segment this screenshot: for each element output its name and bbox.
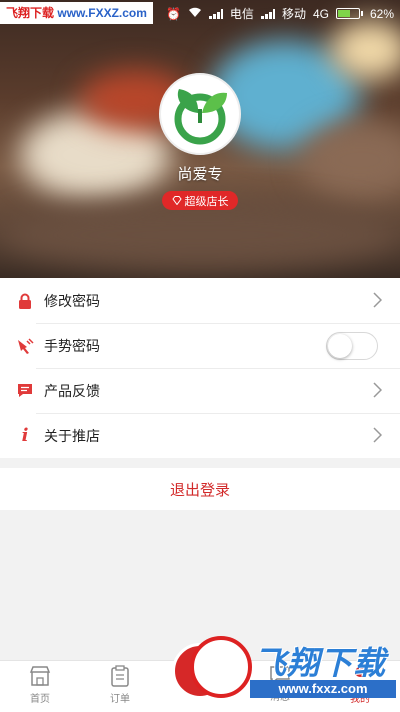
menu-item-gesture-password[interactable]: 手势密码 bbox=[0, 323, 400, 368]
gesture-password-toggle[interactable] bbox=[326, 332, 378, 360]
badge-label: 超级店长 bbox=[184, 194, 229, 208]
alarm-icon: ⏰ bbox=[165, 6, 181, 21]
order-icon bbox=[111, 665, 129, 687]
toggle-knob bbox=[328, 334, 352, 358]
menu-item-label: 手势密码 bbox=[44, 338, 100, 355]
feedback-icon bbox=[16, 382, 34, 400]
network-type: 4G bbox=[312, 6, 329, 21]
info-icon: i bbox=[21, 424, 29, 446]
carrier-2: 移动 bbox=[281, 7, 306, 21]
chevron-right-icon bbox=[373, 382, 382, 398]
menu-item-label: 关于推店 bbox=[44, 428, 100, 445]
avatar[interactable] bbox=[159, 73, 241, 155]
battery-icon bbox=[335, 8, 363, 19]
chevron-right-icon bbox=[373, 292, 382, 308]
watermark-circle-icon bbox=[190, 636, 252, 698]
battery-percent: 62% bbox=[369, 6, 394, 21]
watermark-logo: 飞翔下载 www.fxxz.com bbox=[190, 632, 400, 704]
shop-name: 尚爱专 bbox=[177, 165, 223, 183]
profile-header: 飞翔下载 www.FXXZ.com ⏰ 电信 移动 4G 62% 尚爱专 超级店… bbox=[0, 0, 400, 278]
signal-icon-1 bbox=[208, 8, 223, 19]
battery-fill bbox=[337, 10, 351, 17]
tab-orders[interactable]: 订单 bbox=[90, 665, 150, 705]
menu-item-about[interactable]: i 关于推店 bbox=[0, 413, 400, 458]
tab-home[interactable]: 首页 bbox=[10, 665, 70, 705]
watermark-top-name: 飞翔下载 bbox=[6, 6, 55, 20]
chevron-right-icon bbox=[373, 427, 382, 443]
menu-item-change-password[interactable]: 修改密码 bbox=[0, 278, 400, 323]
watermark-top-url: www.FXXZ.com bbox=[57, 6, 147, 20]
wifi-icon bbox=[188, 7, 202, 21]
hand-icon bbox=[16, 337, 34, 355]
signal-icon-2 bbox=[260, 8, 275, 19]
settings-menu: 修改密码 手势密码 产品反馈 i 关于推店 bbox=[0, 278, 400, 458]
status-badge: 超级店长 bbox=[162, 191, 238, 210]
watermark-brand: 飞翔下载 bbox=[254, 644, 387, 682]
logout-button[interactable]: 退出登录 bbox=[0, 468, 400, 510]
tab-label: 订单 bbox=[110, 694, 130, 705]
menu-item-label: 修改密码 bbox=[44, 293, 100, 310]
diamond-icon bbox=[171, 196, 182, 205]
watermark-top: 飞翔下载 www.FXXZ.com bbox=[0, 2, 153, 24]
lock-icon bbox=[16, 292, 34, 310]
watermark-url: www.fxxz.com bbox=[250, 680, 396, 698]
carrier-1: 电信 bbox=[229, 7, 254, 21]
status-bar: 飞翔下载 www.FXXZ.com ⏰ 电信 移动 4G 62% bbox=[0, 0, 400, 26]
menu-item-label: 产品反馈 bbox=[44, 383, 100, 400]
sprout-logo-icon bbox=[174, 89, 227, 145]
menu-item-product-feedback[interactable]: 产品反馈 bbox=[0, 368, 400, 413]
store-icon bbox=[29, 666, 51, 686]
tab-label: 首页 bbox=[30, 694, 50, 705]
